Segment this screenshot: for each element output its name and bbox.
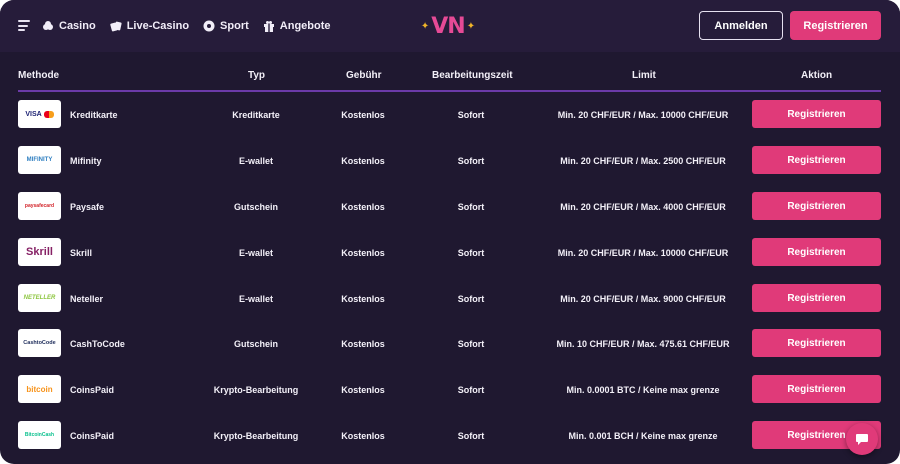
- method-name: Paysafe: [70, 202, 105, 212]
- method-processing-time: Sofort: [457, 385, 485, 395]
- method-fee: Kostenlos: [341, 431, 385, 441]
- nav-casino[interactable]: Casino: [42, 20, 96, 32]
- method-limit: Min. 10 CHF/EUR / Max. 475.61 CHF/EUR: [556, 339, 730, 349]
- row-register-button[interactable]: Registrieren: [752, 100, 881, 128]
- method-name: Mifinity: [70, 156, 102, 166]
- payment-logo: NETELLER: [18, 284, 61, 312]
- register-button[interactable]: Registrieren: [790, 11, 881, 40]
- hamburger-menu-icon[interactable]: [18, 20, 30, 31]
- method-type: Krypto-Bearbeitung: [213, 431, 299, 441]
- row-register-button[interactable]: Registrieren: [752, 375, 881, 403]
- method-name: CoinsPaid: [70, 385, 115, 395]
- col-fee: Gebühr: [346, 70, 382, 81]
- payment-logo: VISA: [18, 100, 61, 128]
- table-row: VISA Kreditkarte Kreditkarte Kostenlos Sofor…: [18, 100, 881, 130]
- nav-sport[interactable]: Sport: [203, 20, 249, 32]
- method-name: Skrill: [70, 248, 93, 258]
- nav-sport-label: Sport: [220, 20, 249, 32]
- col-processing-time: Bearbeitungszeit: [432, 70, 513, 81]
- method-name: Neteller: [70, 294, 104, 304]
- cards-icon: [109, 21, 122, 32]
- method-processing-time: Sofort: [457, 339, 485, 349]
- row-register-button[interactable]: Registrieren: [752, 192, 881, 220]
- payment-logo: Skrill: [18, 238, 61, 266]
- method-name: CashToCode: [70, 339, 125, 349]
- method-type: Krypto-Bearbeitung: [213, 385, 299, 395]
- method-name: Kreditkarte: [70, 110, 118, 120]
- method-type: E-wallet: [238, 294, 273, 304]
- row-register-button[interactable]: Registrieren: [752, 329, 881, 357]
- method-limit: Min. 20 CHF/EUR / Max. 10000 CHF/EUR: [557, 248, 729, 258]
- col-limit: Limit: [632, 70, 656, 81]
- table-row: bitcoin CoinsPaid Krypto-Bearbeitung Kosten…: [18, 375, 881, 405]
- method-limit: Min. 20 CHF/EUR / Max. 2500 CHF/EUR: [560, 156, 726, 166]
- table-header: Methode Typ Gebühr Bearbeitungszeit Limi…: [18, 62, 881, 90]
- method-type: E-wallet: [238, 248, 273, 258]
- logo-text: VN: [431, 13, 465, 39]
- row-register-button[interactable]: Registrieren: [752, 238, 881, 266]
- payment-logo: paysafecard: [18, 192, 61, 220]
- row-register-button[interactable]: Registrieren: [752, 284, 881, 312]
- nav-offers[interactable]: Angebote: [263, 20, 331, 32]
- payment-logo: bitcoin: [18, 375, 61, 403]
- method-fee: Kostenlos: [341, 110, 385, 120]
- method-processing-time: Sofort: [457, 431, 485, 441]
- method-processing-time: Sofort: [457, 294, 485, 304]
- nav-live-casino-label: Live-Casino: [126, 20, 190, 32]
- main-nav: Casino Live-Casino Sport Angebote: [42, 0, 331, 52]
- method-fee: Kostenlos: [341, 385, 385, 395]
- method-limit: Min. 20 CHF/EUR / Max. 9000 CHF/EUR: [560, 294, 726, 304]
- header-divider: [18, 90, 881, 92]
- payment-logo: BitcoinCash: [18, 421, 61, 449]
- payment-methods-page: Casino Live-Casino Sport Angebote ✦ VN ✦…: [0, 0, 900, 464]
- nav-casino-label: Casino: [59, 20, 96, 32]
- top-header: Casino Live-Casino Sport Angebote ✦ VN ✦…: [0, 0, 900, 52]
- method-type: Gutschein: [233, 202, 278, 212]
- table-row: BitcoinCash CoinsPaid Krypto-Bearbeitung Ko…: [18, 421, 881, 451]
- table-row: CashtoCode CashToCode Gutschein Kostenlos So…: [18, 329, 881, 359]
- method-limit: Min. 0.0001 BTC / Keine max grenze: [566, 385, 720, 395]
- payment-logo: MIFINITY: [18, 146, 61, 174]
- chat-icon: [856, 434, 868, 445]
- method-processing-time: Sofort: [457, 248, 485, 258]
- nav-live-casino[interactable]: Live-Casino: [109, 20, 190, 32]
- sparkle-icon: ✦: [466, 20, 476, 32]
- method-type: Gutschein: [233, 339, 278, 349]
- site-logo[interactable]: ✦ VN ✦: [420, 12, 476, 40]
- method-fee: Kostenlos: [341, 248, 385, 258]
- method-type: Kreditkarte: [232, 110, 280, 120]
- method-name: CoinsPaid: [70, 431, 115, 441]
- method-fee: Kostenlos: [341, 156, 385, 166]
- col-action: Aktion: [801, 70, 833, 81]
- method-limit: Min. 20 CHF/EUR / Max. 10000 CHF/EUR: [557, 110, 729, 120]
- table-row: MIFINITY Mifinity E-wallet Kostenlos Sofort M…: [18, 146, 881, 176]
- login-button[interactable]: Anmelden: [699, 11, 783, 40]
- method-type: E-wallet: [238, 156, 273, 166]
- method-processing-time: Sofort: [457, 202, 485, 212]
- method-processing-time: Sofort: [457, 110, 485, 120]
- payment-logo: CashtoCode: [18, 329, 61, 357]
- method-fee: Kostenlos: [341, 339, 385, 349]
- method-processing-time: Sofort: [457, 156, 485, 166]
- row-register-button[interactable]: Registrieren: [752, 146, 881, 174]
- gift-icon: [263, 21, 274, 32]
- chip-icon: [43, 21, 53, 30]
- nav-offers-label: Angebote: [279, 20, 331, 32]
- method-limit: Min. 20 CHF/EUR / Max. 4000 CHF/EUR: [560, 202, 726, 212]
- table-row: paysafecard Paysafe Gutschein Kostenlos Sofo…: [18, 192, 881, 222]
- method-fee: Kostenlos: [341, 294, 385, 304]
- table-row: Skrill Skrill E-wallet Kostenlos Sofort Min. …: [18, 238, 881, 268]
- sparkle-icon: ✦: [420, 20, 430, 32]
- table-row: NETELLER Neteller E-wallet Kostenlos Sofort M…: [18, 284, 881, 314]
- col-method: Methode: [18, 70, 60, 81]
- method-fee: Kostenlos: [341, 202, 385, 212]
- method-limit: Min. 0.001 BCH / Keine max grenze: [568, 431, 718, 441]
- ball-icon: [203, 20, 215, 32]
- chat-button[interactable]: [846, 423, 878, 455]
- col-type: Typ: [248, 70, 266, 81]
